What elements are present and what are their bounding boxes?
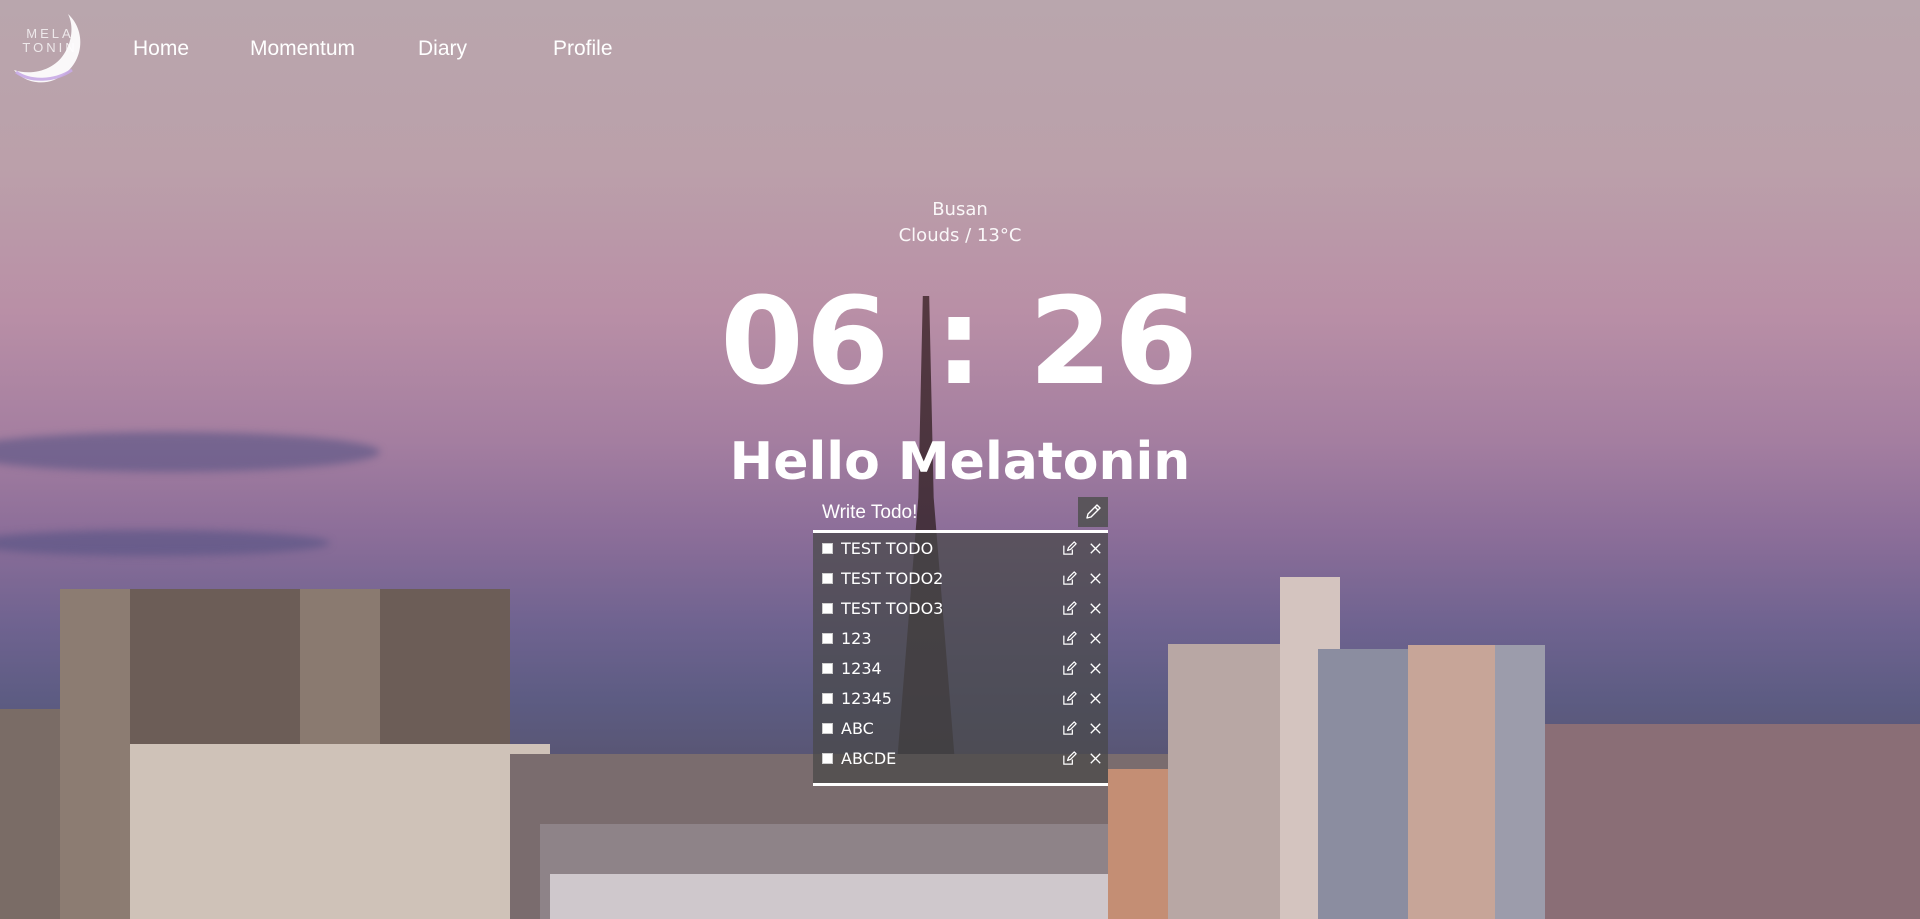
close-icon [1089,692,1101,704]
todo-edit-button[interactable] [1056,625,1082,651]
todo-edit-button[interactable] [1056,715,1082,741]
todo-text: 12345 [841,688,892,708]
todo-delete-button[interactable] [1082,565,1108,591]
nav-momentum-link[interactable]: Momentum [250,37,355,61]
todo-item: TEST TODO2 [813,563,1108,593]
close-icon [1089,542,1101,554]
edit-icon [1062,750,1077,765]
todo-checkbox[interactable] [822,542,833,554]
todo-item: 1234 [813,653,1108,683]
todo-item: 12345 [813,683,1108,713]
todo-checkbox[interactable] [822,722,833,734]
todo-checkbox[interactable] [822,602,833,614]
close-icon [1089,632,1101,644]
todo-edit-button[interactable] [1056,565,1082,591]
todo-delete-button[interactable] [1082,685,1108,711]
logo-text: MELA TONIN [22,26,78,55]
edit-icon [1062,630,1077,645]
nav-home-link[interactable]: Home [133,37,189,61]
todo-edit-button[interactable] [1056,655,1082,681]
pencil-icon [1086,504,1101,519]
todo-delete-button[interactable] [1082,715,1108,741]
todo-delete-button[interactable] [1082,625,1108,651]
todo-checkbox[interactable] [822,632,833,644]
todo-list: TEST TODO TEST TODO2 TEST TODO3 123 1234… [813,533,1108,786]
todo-checkbox[interactable] [822,662,833,674]
close-icon [1089,752,1101,764]
todo-checkbox[interactable] [822,752,833,764]
todo-delete-button[interactable] [1082,535,1108,561]
todo-edit-button[interactable] [1056,745,1082,771]
todo-text: ABC [841,718,874,738]
todo-text: TEST TODO [841,538,934,558]
todo-submit-button[interactable] [1078,497,1108,527]
nav-diary-link[interactable]: Diary [418,37,467,61]
app-screen: MELA TONIN Home Momentum Diary Profile B… [0,0,1920,919]
todo-delete-button[interactable] [1082,595,1108,621]
todo-text: ABCDE [841,748,897,768]
todo-text: TEST TODO2 [841,568,944,588]
todo-item: ABC [813,713,1108,743]
edit-icon [1062,720,1077,735]
clock: 06 : 26 [720,273,1200,412]
edit-icon [1062,570,1077,585]
close-icon [1089,602,1101,614]
todo-edit-button[interactable] [1056,535,1082,561]
todo-input[interactable] [813,496,1073,530]
todo-delete-button[interactable] [1082,655,1108,681]
todo-form [813,496,1108,533]
edit-icon [1062,690,1077,705]
todo-checkbox[interactable] [822,572,833,584]
todo-item: TEST TODO [813,533,1108,563]
weather-widget: Busan Clouds / 13°C [0,197,1920,249]
todo-item: ABCDE [813,743,1108,773]
todo-checkbox[interactable] [822,692,833,704]
close-icon [1089,662,1101,674]
todo-item: 123 [813,623,1108,653]
todo-text: 1234 [841,658,882,678]
todo-item: TEST TODO3 [813,593,1108,623]
todo-delete-button[interactable] [1082,745,1108,771]
edit-icon [1062,660,1077,675]
greeting: Hello Melatonin [729,432,1191,492]
weather-condition: Clouds / 13°C [898,225,1022,246]
nav-profile-link[interactable]: Profile [553,37,613,61]
weather-city: Busan [932,199,988,220]
todo-text: TEST TODO3 [841,598,944,618]
close-icon [1089,572,1101,584]
todo-text: 123 [841,628,872,648]
todo-edit-button[interactable] [1056,685,1082,711]
close-icon [1089,722,1101,734]
edit-icon [1062,600,1077,615]
edit-icon [1062,540,1077,555]
todo-edit-button[interactable] [1056,595,1082,621]
